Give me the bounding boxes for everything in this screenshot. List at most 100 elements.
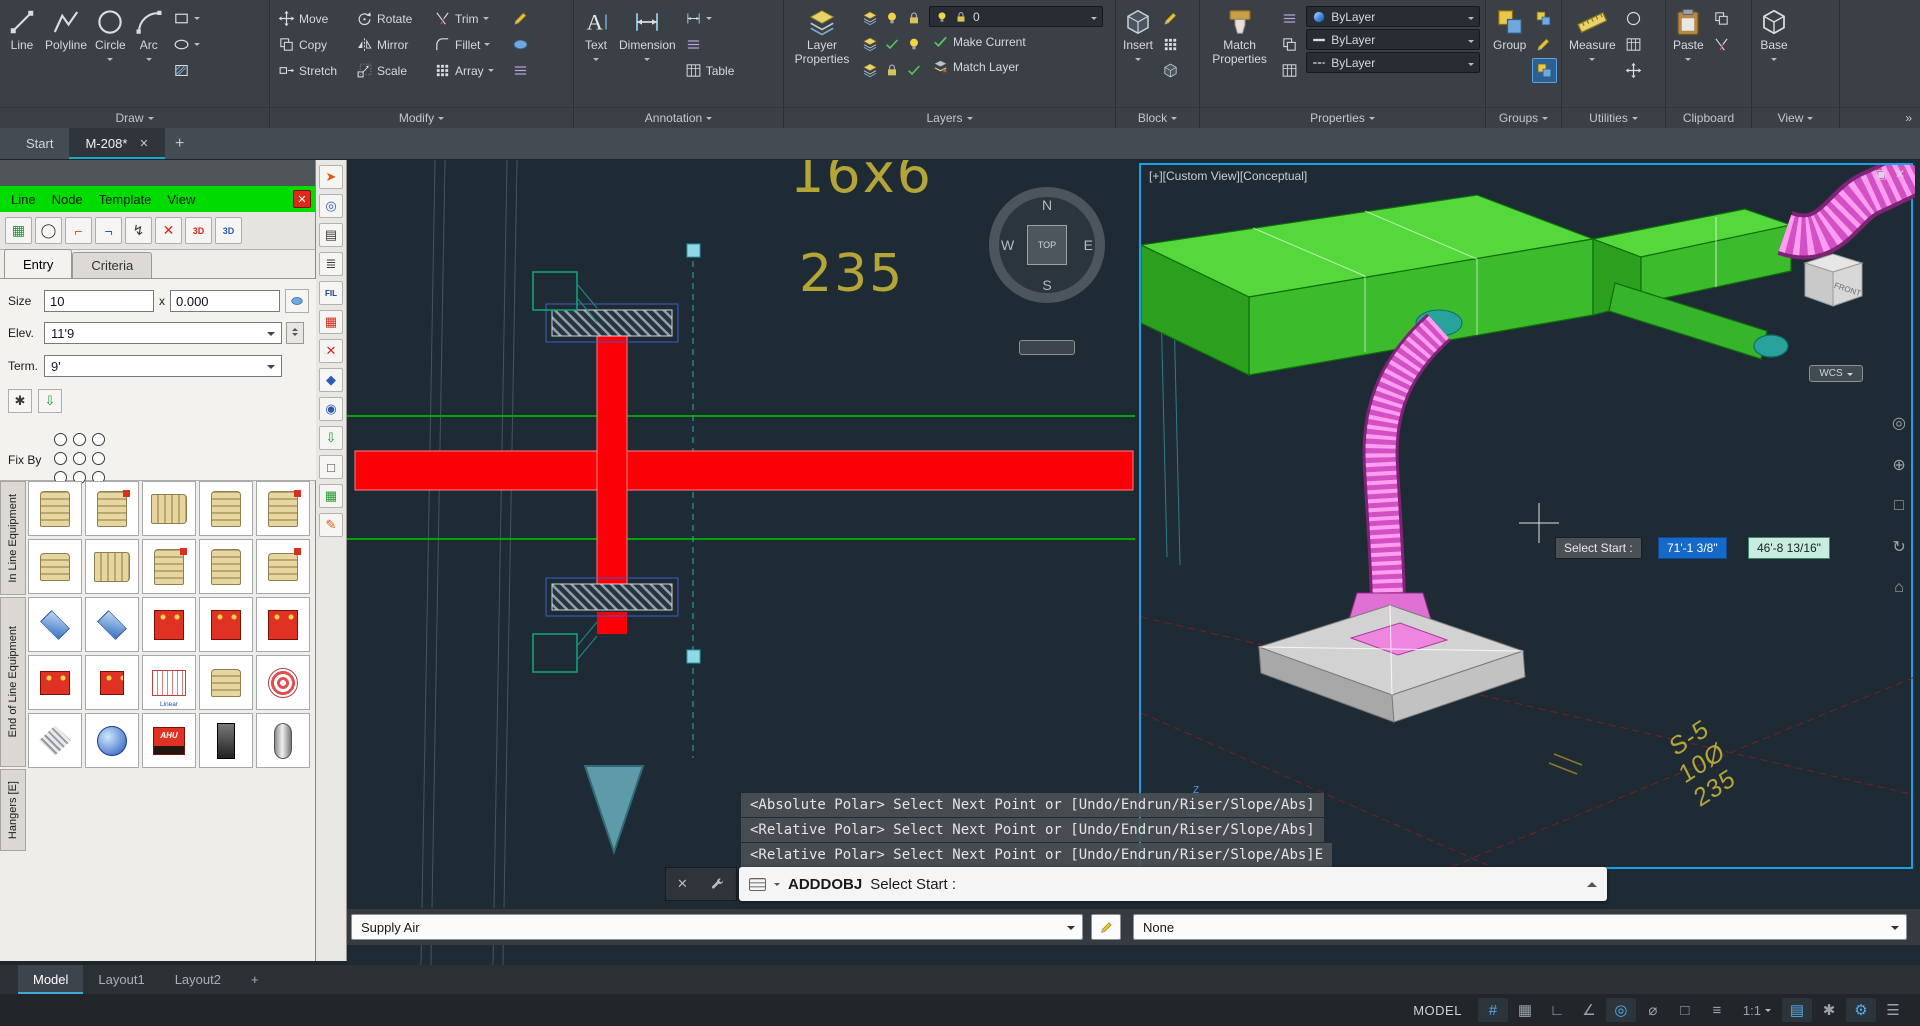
panel-footer-groups[interactable]: Groups bbox=[1486, 107, 1561, 128]
scale-button[interactable]: Scale bbox=[353, 58, 429, 83]
insert-down-tool-icon[interactable]: ⇩ bbox=[319, 426, 343, 450]
nav-wheel-icon[interactable]: ◎ bbox=[1892, 413, 1906, 433]
flex-connector-bottom[interactable] bbox=[552, 584, 672, 610]
palette-item-louver[interactable] bbox=[199, 713, 253, 768]
stretch-button[interactable]: Stretch bbox=[275, 58, 351, 83]
palette-item-vav[interactable] bbox=[85, 539, 139, 594]
layer-check-icon[interactable] bbox=[884, 36, 900, 52]
grip-point[interactable] bbox=[687, 244, 700, 257]
grid-green-tool-icon[interactable]: ▦ bbox=[319, 484, 343, 508]
snap-toggle-icon[interactable]: ▦ bbox=[1510, 998, 1540, 1022]
panel-footer-layers[interactable]: Layers bbox=[784, 107, 1115, 128]
layer-unlock-icon[interactable] bbox=[884, 62, 900, 78]
palette-item-vav[interactable] bbox=[28, 539, 82, 594]
oval-tool-icon[interactable]: ◯ bbox=[35, 217, 62, 244]
flow-arrow[interactable] bbox=[585, 766, 643, 852]
block-editor-button[interactable] bbox=[1159, 32, 1182, 57]
palette-item-register[interactable] bbox=[28, 655, 82, 710]
mleader-style-button[interactable] bbox=[682, 32, 738, 57]
measure-button[interactable]: Measure bbox=[1567, 4, 1618, 67]
dynamic-input-toggle-icon[interactable]: ≡ bbox=[1702, 998, 1732, 1022]
layer-freeze-icon[interactable] bbox=[862, 36, 878, 52]
palette-item-vav[interactable] bbox=[142, 539, 196, 594]
3d-viewport[interactable]: FRONT bbox=[1139, 163, 1913, 869]
edit-attribute-button[interactable] bbox=[1159, 6, 1182, 31]
fixby-grid[interactable] bbox=[52, 431, 109, 488]
panel-footer-modify[interactable]: Modify bbox=[270, 107, 573, 128]
fill-tool-icon[interactable]: FIL bbox=[319, 281, 343, 305]
grid-toggle-icon[interactable]: # bbox=[1478, 998, 1508, 1022]
service-edit-button[interactable] bbox=[1091, 914, 1121, 940]
text-button[interactable]: Text bbox=[579, 4, 613, 67]
layer-lock-icon[interactable] bbox=[906, 10, 922, 26]
close-icon[interactable]: ✕ bbox=[1895, 167, 1905, 181]
palette-item-vav[interactable] bbox=[199, 481, 253, 536]
match-layer-button[interactable]: Match Layer bbox=[929, 54, 1103, 79]
list-tool-icon[interactable]: ≣ bbox=[319, 252, 343, 276]
target-tool-icon[interactable]: ◉ bbox=[319, 397, 343, 421]
dynamic-input-y[interactable]: 46'-8 13/16" bbox=[1748, 537, 1830, 559]
grip-point[interactable] bbox=[687, 650, 700, 663]
selection-toggle-icon[interactable]: □ bbox=[1670, 998, 1700, 1022]
make-current-button[interactable]: Make Current bbox=[929, 29, 1103, 54]
tab-layout1[interactable]: Layout1 bbox=[83, 965, 159, 994]
duct-takeoff-branch[interactable] bbox=[1609, 283, 1788, 359]
quick-select-button[interactable] bbox=[1622, 6, 1645, 31]
close-icon[interactable]: ✕ bbox=[677, 876, 688, 892]
palette-item-coil[interactable] bbox=[256, 655, 310, 710]
nav-home-icon[interactable]: ⌂ bbox=[1892, 579, 1906, 597]
nav-pan-icon[interactable]: ⊕ bbox=[1892, 455, 1906, 475]
palette-titlebar[interactable] bbox=[0, 160, 315, 186]
panel-footer-annotation[interactable]: Annotation bbox=[574, 107, 783, 128]
table-button[interactable]: Table bbox=[682, 58, 738, 83]
elbow-tool-icon[interactable]: ⌐ bbox=[65, 217, 92, 244]
panel-footer-properties[interactable]: Properties bbox=[1200, 107, 1485, 128]
base-button[interactable]: Base bbox=[1757, 4, 1791, 67]
create-block-button[interactable] bbox=[1159, 58, 1182, 83]
eject-tool-icon[interactable]: ➤ bbox=[319, 165, 343, 189]
section-endofline-equipment[interactable]: End of Line Equipment bbox=[0, 597, 26, 767]
3d-view-tool-icon[interactable]: 3D bbox=[185, 217, 212, 244]
size-option-button[interactable] bbox=[285, 289, 309, 313]
flex-connector-top[interactable] bbox=[552, 310, 672, 336]
elbow-down-tool-icon[interactable]: ⌐ bbox=[95, 217, 122, 244]
menu-view[interactable]: View bbox=[160, 192, 202, 207]
elev-spinner[interactable] bbox=[286, 322, 304, 344]
palette-item-transfer[interactable]: Transfer bbox=[256, 597, 310, 652]
arc-button[interactable]: Arc bbox=[132, 4, 166, 67]
zoom-tool-icon[interactable]: ◎ bbox=[319, 194, 343, 218]
palette-item-ahu[interactable]: AHU bbox=[142, 713, 196, 768]
supply-duct-main[interactable] bbox=[1141, 195, 1593, 375]
compass-top-face[interactable]: TOP bbox=[1027, 225, 1067, 265]
new-layout-button[interactable]: + bbox=[236, 965, 274, 994]
mirror-button[interactable]: Mirror bbox=[353, 32, 429, 57]
ribbon-overflow-button[interactable]: » bbox=[1840, 107, 1920, 128]
palette-close-button[interactable]: ✕ bbox=[293, 190, 311, 208]
group-selection-toggle[interactable] bbox=[1532, 58, 1557, 83]
workspace-toggle-icon[interactable]: ▤ bbox=[1782, 998, 1812, 1022]
section-inline-equipment[interactable]: In Line Equipment bbox=[0, 481, 26, 595]
layer-select-combo[interactable]: 0 bbox=[929, 6, 1103, 27]
tab-entry[interactable]: Entry bbox=[4, 249, 72, 278]
copy-clip-button[interactable] bbox=[1710, 6, 1733, 31]
box-tool-icon[interactable]: □ bbox=[319, 455, 343, 479]
layer-properties-button[interactable]: Layer Properties bbox=[789, 4, 855, 70]
group-edit-button[interactable] bbox=[1532, 32, 1557, 57]
object-color-combo[interactable]: ByLayer bbox=[1306, 6, 1480, 27]
customization-menu-icon[interactable]: ☰ bbox=[1878, 998, 1908, 1022]
palette-item-diffuser[interactable] bbox=[85, 597, 139, 652]
panel-footer-draw[interactable]: Draw bbox=[0, 107, 269, 128]
menu-line[interactable]: Line bbox=[4, 192, 43, 207]
lineweight-combo[interactable]: ByLayer bbox=[1306, 29, 1480, 50]
settings-button[interactable]: ✱ bbox=[8, 389, 32, 413]
tab-layout2[interactable]: Layout2 bbox=[160, 965, 236, 994]
trim-button[interactable]: Trim bbox=[431, 6, 507, 31]
viewport-label[interactable]: [+][Custom View][Conceptual] bbox=[1149, 169, 1307, 183]
erase-tool-icon[interactable]: ✕ bbox=[319, 339, 343, 363]
palette-item-damper[interactable] bbox=[199, 597, 253, 652]
ceiling-diffuser[interactable] bbox=[1259, 593, 1525, 722]
palette-item-vav[interactable] bbox=[256, 539, 310, 594]
polyline-button[interactable]: Polyline bbox=[43, 4, 89, 56]
size-depth-input[interactable] bbox=[170, 290, 280, 312]
customize-wrench-icon[interactable] bbox=[710, 877, 725, 892]
